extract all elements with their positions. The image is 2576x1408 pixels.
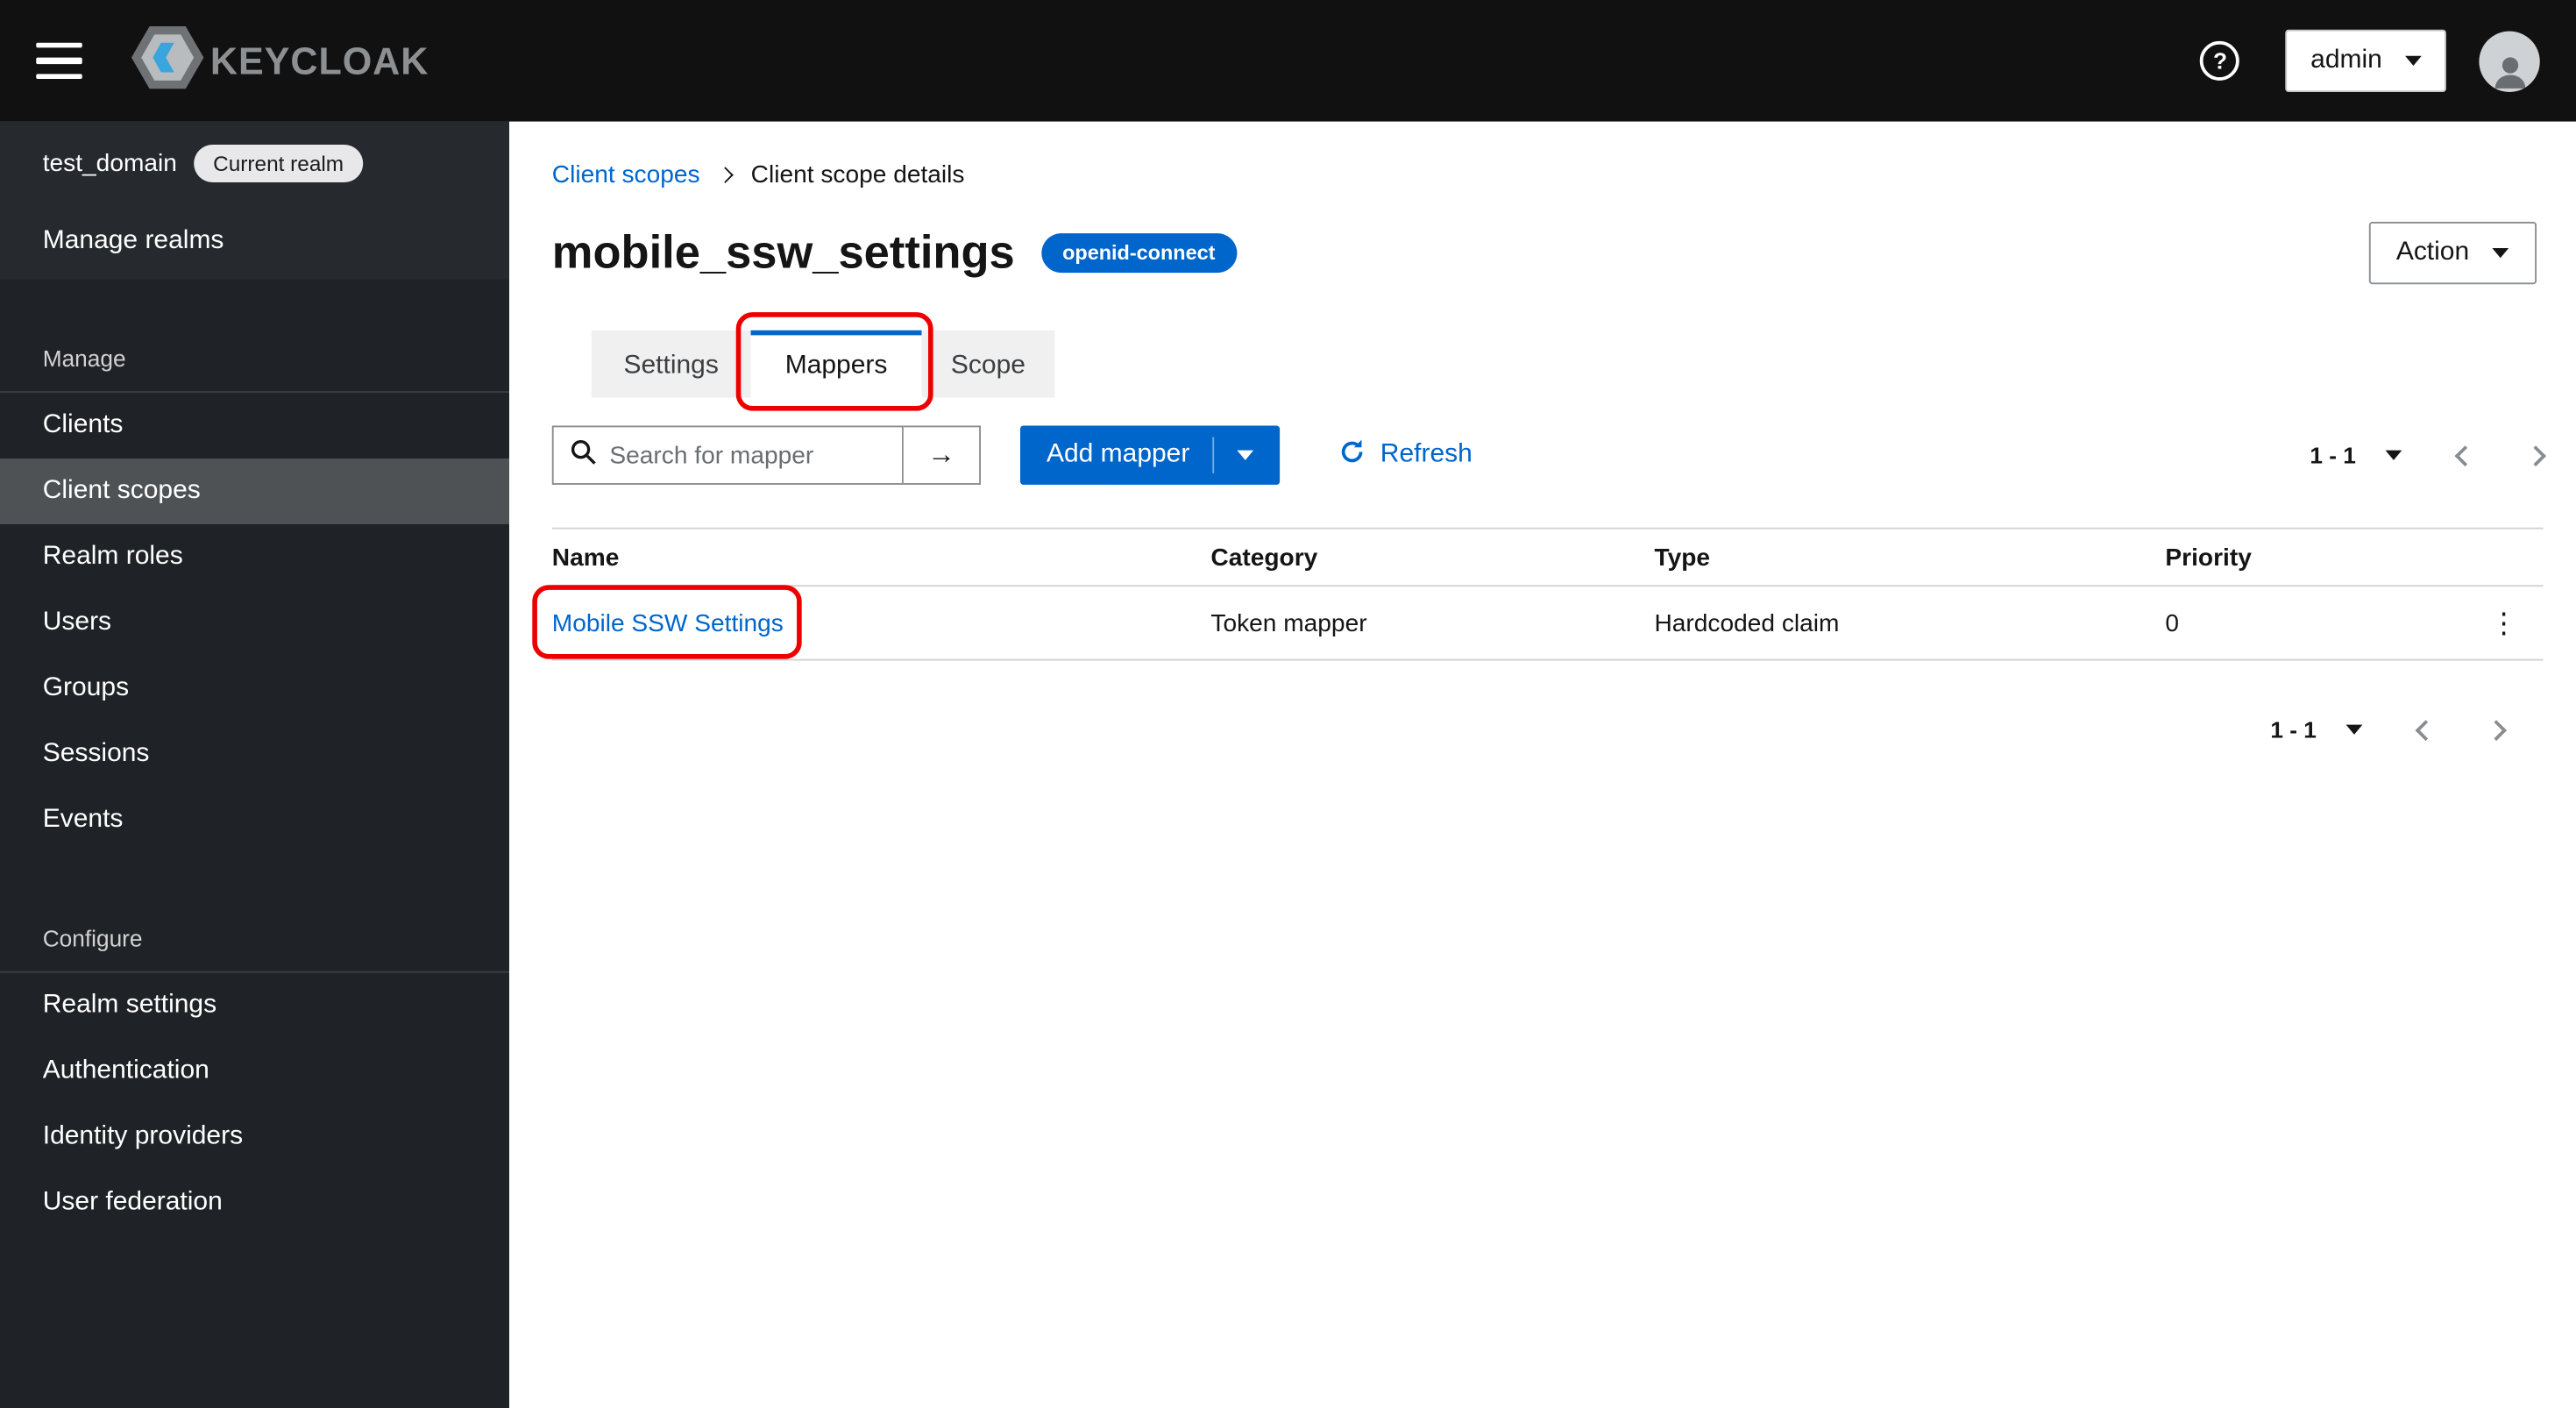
nav-group-label-configure: Configure	[42, 925, 143, 952]
keycloak-brand[interactable]: KEYCLOAK	[131, 22, 429, 99]
chevron-down-icon	[2345, 724, 2363, 735]
keycloak-admin-console: KEYCLOAK admin test_domain Current realm	[0, 0, 2576, 1408]
sidebar-item-sessions[interactable]: Sessions	[0, 722, 509, 787]
sidebar-item-client-scopes[interactable]: Client scopes	[0, 458, 510, 524]
refresh-icon	[1339, 438, 1366, 473]
mappers-table: Name Category Type Priority Mobile SSW S…	[551, 527, 2544, 661]
main-content: Client scopes Client scope details mobil…	[509, 121, 2576, 1408]
masthead-right: admin	[2200, 29, 2540, 92]
column-header-category: Category	[1210, 543, 1318, 572]
refresh-button[interactable]: Refresh	[1339, 438, 1473, 473]
chevron-left-icon	[2415, 719, 2437, 741]
nav-group-configure: Configure Realm settings Authentication …	[0, 912, 510, 1236]
arrow-right-icon: →	[927, 438, 955, 471]
action-dropdown-label: Action	[2395, 238, 2470, 267]
user-menu-toggle[interactable]: admin	[2286, 29, 2446, 92]
sidebar-item-realm-settings[interactable]: Realm settings	[0, 973, 509, 1039]
sidebar-item-users[interactable]: Users	[0, 590, 509, 656]
row-kebab-menu-button[interactable]: ⋮	[2490, 608, 2518, 636]
column-header-name: Name	[551, 543, 620, 572]
mapper-type-cell: Hardcoded claim	[1654, 608, 1840, 637]
kebab-icon: ⋮	[2489, 607, 2518, 639]
breadcrumb: Client scopes Client scope details	[509, 122, 2576, 189]
table-row: Mobile SSW Settings Token mapper Hardcod…	[551, 587, 2544, 661]
masthead: KEYCLOAK admin	[0, 0, 2576, 122]
brand-text: KEYCLOAK	[209, 39, 429, 82]
avatar[interactable]	[2479, 30, 2540, 92]
page-title: mobile_ssw_settings	[551, 226, 1015, 278]
chevron-right-icon	[717, 167, 734, 183]
chevron-down-icon	[1237, 450, 1254, 460]
chevron-left-icon	[2454, 444, 2476, 466]
keycloak-logo-icon	[131, 22, 204, 99]
pagination-next-button[interactable]	[2525, 444, 2547, 466]
mapper-name-link[interactable]: Mobile SSW Settings	[552, 608, 784, 636]
realm-selector[interactable]: test_domain Current realm	[0, 122, 509, 204]
realm-name: test_domain	[42, 148, 177, 177]
sidebar-item-events[interactable]: Events	[0, 787, 509, 853]
sidebar-item-groups[interactable]: Groups	[0, 656, 509, 722]
pagination-bottom-row: 1 - 1	[509, 716, 2576, 743]
mapper-category-cell: Token mapper	[1210, 608, 1367, 637]
search-icon	[570, 438, 596, 473]
help-icon[interactable]	[2200, 40, 2240, 81]
pagination-bottom: 1 - 1	[2270, 716, 2508, 743]
search-input-wrapper	[551, 425, 904, 485]
refresh-label: Refresh	[1380, 440, 1473, 469]
search-submit-button[interactable]: →	[903, 425, 981, 485]
chevron-right-icon	[2486, 719, 2508, 741]
nav-group-label-manage: Manage	[42, 345, 126, 372]
column-header-priority: Priority	[2165, 543, 2252, 572]
chevron-down-icon	[2385, 450, 2402, 460]
sidebar-item-identity-providers[interactable]: Identity providers	[0, 1105, 509, 1170]
pagination-range: 1 - 1	[2270, 716, 2317, 743]
table-header-row: Name Category Type Priority	[551, 527, 2544, 587]
pagination-range-toggle[interactable]: 1 - 1	[2270, 716, 2363, 743]
pagination-range: 1 - 1	[2310, 442, 2356, 469]
pagination-prev-button[interactable]	[2415, 719, 2437, 741]
chevron-down-icon	[2492, 248, 2509, 259]
nav-group-manage: Manage Clients Client scopes Realm roles…	[0, 332, 510, 853]
action-dropdown-button[interactable]: Action	[2367, 222, 2537, 285]
pagination-top: 1 - 1	[2310, 442, 2547, 468]
add-mapper-label: Add mapper	[1046, 440, 1190, 469]
breadcrumb-client-scopes-link[interactable]: Client scopes	[552, 161, 700, 189]
sidebar-item-authentication[interactable]: Authentication	[0, 1039, 509, 1105]
sidebar-item-manage-realms[interactable]: Manage realms	[0, 203, 509, 279]
hamburger-menu-icon[interactable]	[36, 42, 82, 80]
search-input[interactable]	[609, 441, 890, 470]
chevron-down-icon	[2405, 55, 2422, 66]
column-header-type: Type	[1654, 543, 1711, 572]
tabs: Settings Mappers Scope	[591, 330, 2576, 398]
realm-selector-block: test_domain Current realm Manage realms	[0, 121, 510, 280]
current-realm-badge: Current realm	[193, 144, 364, 182]
chevron-right-icon	[2525, 444, 2547, 466]
add-mapper-button[interactable]: Add mapper	[1019, 425, 1281, 485]
sidebar: test_domain Current realm Manage realms …	[0, 121, 510, 1408]
user-silhouette-icon	[2494, 56, 2525, 88]
breadcrumb-current: Client scope details	[750, 160, 965, 189]
pagination-range-toggle[interactable]: 1 - 1	[2310, 442, 2402, 468]
mapper-priority-cell: 0	[2165, 608, 2180, 637]
tab-settings[interactable]: Settings	[591, 330, 751, 398]
sidebar-item-clients[interactable]: Clients	[0, 393, 509, 459]
protocol-badge: openid-connect	[1040, 233, 1237, 274]
sidebar-item-user-federation[interactable]: User federation	[0, 1170, 509, 1236]
button-divider	[1212, 437, 1215, 473]
pagination-next-button[interactable]	[2486, 719, 2508, 741]
sidebar-item-realm-roles[interactable]: Realm roles	[0, 524, 509, 590]
mappers-toolbar: → Add mapper Refresh	[509, 425, 2576, 485]
pagination-prev-button[interactable]	[2454, 444, 2476, 466]
tab-mappers[interactable]: Mappers	[750, 330, 922, 398]
page-header: mobile_ssw_settings openid-connect Actio…	[509, 189, 2576, 285]
user-menu-label: admin	[2310, 46, 2382, 75]
tab-scope[interactable]: Scope	[921, 330, 1055, 398]
